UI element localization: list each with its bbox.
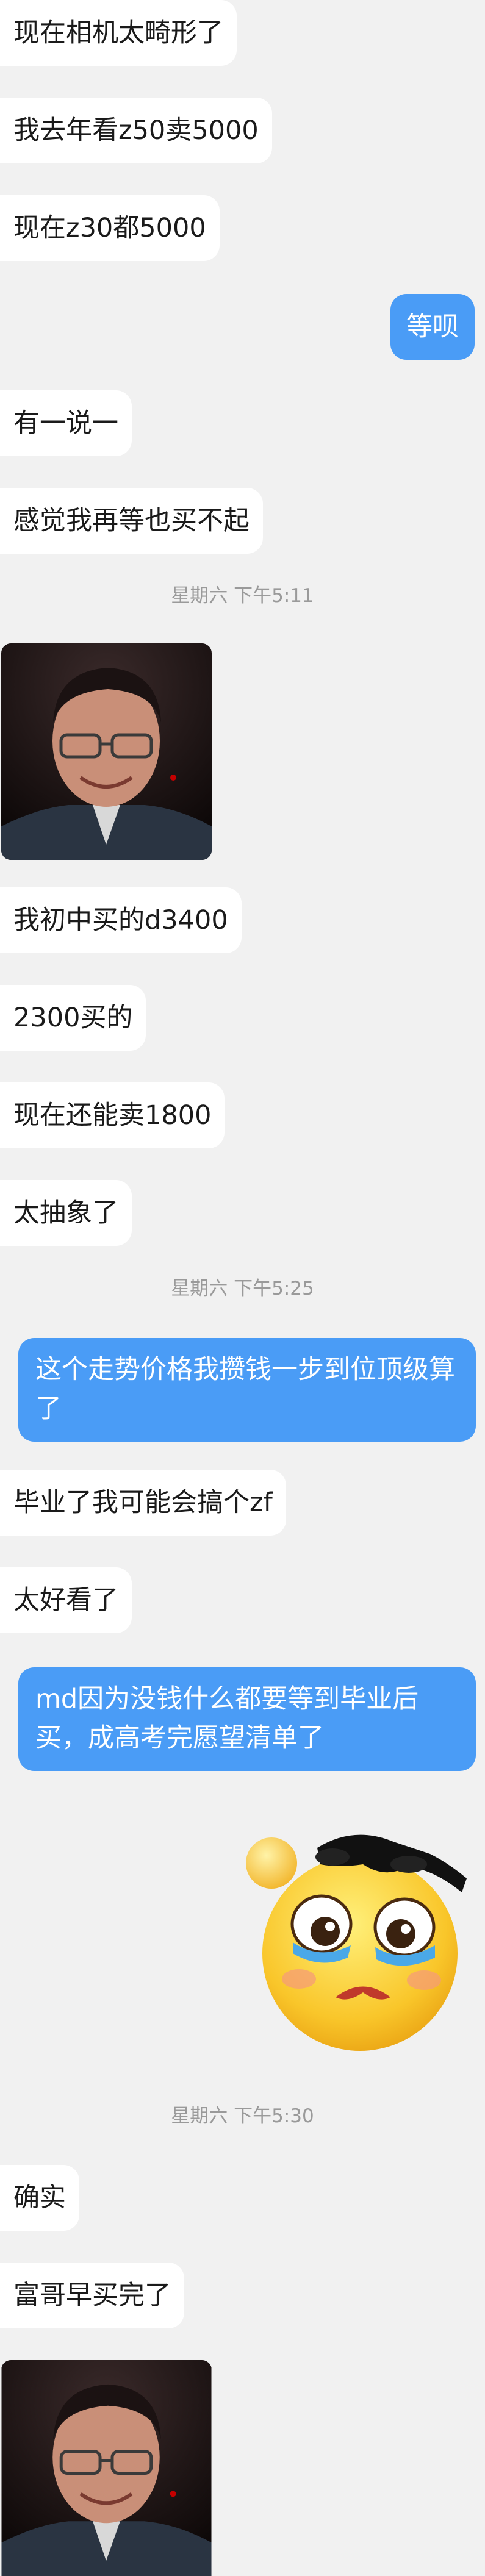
message-bubble-incoming[interactable]: 有一说一 xyxy=(0,390,132,456)
message-text: md因为没钱什么都要等到毕业后买，成高考完愿望清单了 xyxy=(35,1684,419,1753)
message-text: 我去年看z50卖5000 xyxy=(13,115,259,146)
message-bubble-incoming[interactable]: 太好看了 xyxy=(0,1567,132,1633)
message-text: 感觉我再等也买不起 xyxy=(13,506,250,536)
message-text: 富哥早买完了 xyxy=(13,2280,171,2311)
message-text: 毕业了我可能会搞个zf xyxy=(13,1487,273,1518)
message-bubble-incoming[interactable]: 2300买的 xyxy=(0,985,146,1051)
image-message[interactable] xyxy=(1,2360,212,2576)
timestamp: 星期六 下午5:11 xyxy=(171,585,314,607)
message-text: 现在还能卖1800 xyxy=(13,1100,212,1131)
message-text: 等呗 xyxy=(406,312,459,342)
message-text: 有一说一 xyxy=(13,408,118,438)
man-smiling-photo xyxy=(1,2360,212,2576)
message-text: 现在相机太畸形了 xyxy=(13,18,223,48)
message-bubble-incoming[interactable]: 确实 xyxy=(0,2165,79,2231)
message-text: 2300买的 xyxy=(13,1003,133,1033)
message-bubble-incoming[interactable]: 太抽象了 xyxy=(0,1180,132,1246)
message-bubble-incoming[interactable]: 毕业了我可能会搞个zf xyxy=(0,1470,286,1536)
message-text: 太好看了 xyxy=(13,1585,118,1615)
sticker-message[interactable] xyxy=(241,1820,479,2052)
message-bubble-incoming[interactable]: 感觉我再等也买不起 xyxy=(0,488,263,554)
message-text: 这个走势价格我攒钱一步到位顶级算了 xyxy=(35,1354,455,1424)
crying-emoji-sunglasses-sticker xyxy=(246,1834,467,2051)
man-smiling-photo xyxy=(1,643,212,860)
message-bubble-outgoing[interactable]: 这个走势价格我攒钱一步到位顶级算了 xyxy=(18,1338,476,1442)
message-bubble-outgoing[interactable]: 等呗 xyxy=(390,294,475,360)
message-text: 确实 xyxy=(13,2183,66,2213)
message-bubble-incoming[interactable]: 我初中买的d3400 xyxy=(0,887,242,953)
message-bubble-incoming[interactable]: 我去年看z50卖5000 xyxy=(0,98,272,163)
image-message[interactable] xyxy=(1,643,212,860)
message-text: 太抽象了 xyxy=(13,1198,118,1228)
message-bubble-incoming[interactable]: 现在相机太畸形了 xyxy=(0,0,237,66)
message-bubble-incoming[interactable]: 现在z30都5000 xyxy=(0,195,220,261)
message-bubble-incoming[interactable]: 富哥早买完了 xyxy=(0,2263,184,2328)
message-text: 我初中买的d3400 xyxy=(13,905,228,936)
message-text: 现在z30都5000 xyxy=(13,213,206,243)
timestamp: 星期六 下午5:30 xyxy=(171,2105,314,2127)
message-bubble-incoming[interactable]: 现在还能卖1800 xyxy=(0,1082,225,1148)
timestamp: 星期六 下午5:25 xyxy=(171,1278,314,1300)
message-bubble-outgoing[interactable]: md因为没钱什么都要等到毕业后买，成高考完愿望清单了 xyxy=(18,1667,476,1771)
